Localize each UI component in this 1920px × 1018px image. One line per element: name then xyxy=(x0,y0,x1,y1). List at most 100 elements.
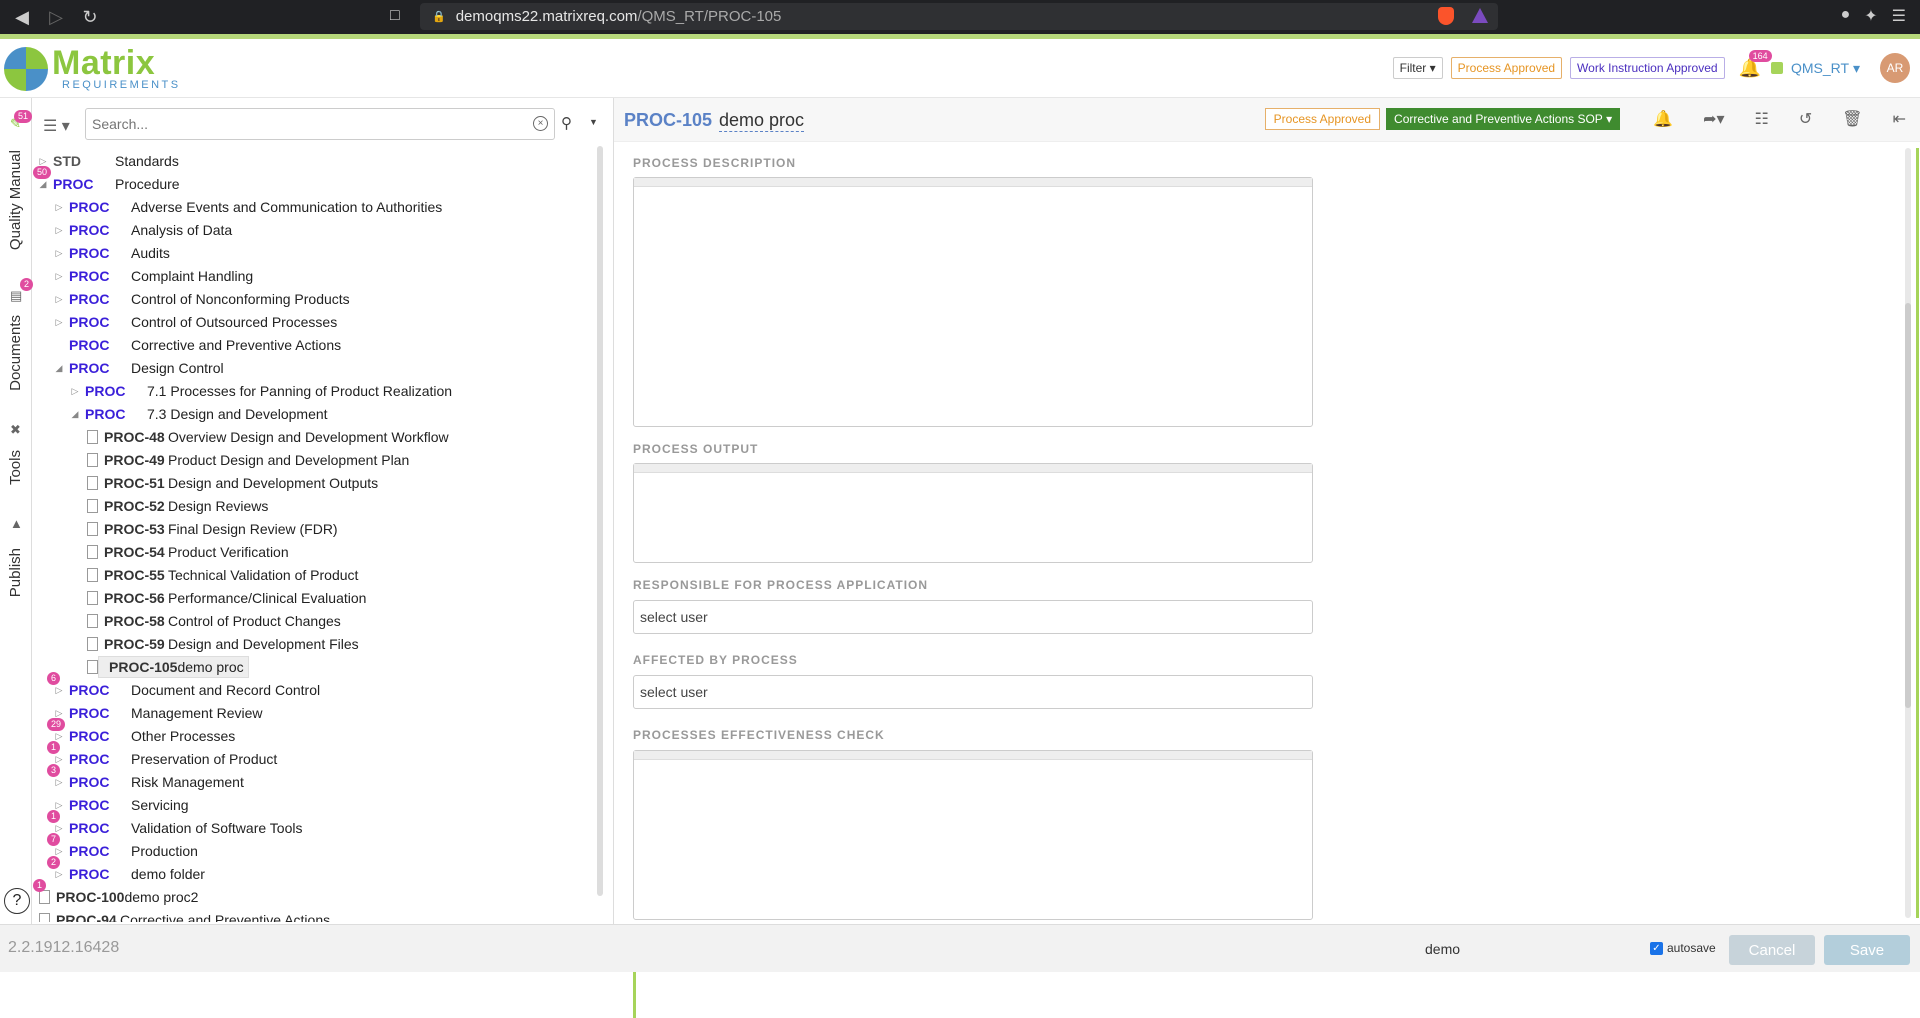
expand-toggle-icon[interactable]: ▷ xyxy=(53,708,65,719)
tree-item[interactable]: ▷ PROC Complaint Handling xyxy=(53,265,254,287)
comment-input[interactable] xyxy=(1420,935,1660,963)
autosave-toggle[interactable]: ✓ autosave xyxy=(1650,941,1716,955)
expand-toggle-icon[interactable]: ▷ xyxy=(37,156,49,167)
effectiveness-editor[interactable] xyxy=(633,750,1313,920)
sop-dropdown[interactable]: Corrective and Preventive Actions SOP ▾ xyxy=(1386,108,1621,130)
filter-button[interactable]: Filter ▾ xyxy=(1392,57,1443,79)
help-icon[interactable]: ? xyxy=(4,888,30,914)
tree-item[interactable]: PROC-54 Product Verification xyxy=(85,541,289,563)
matrix-logo[interactable]: Matrix REQUIREMENTS xyxy=(4,46,181,91)
notify-bell-icon[interactable]: 🔔 xyxy=(1653,109,1673,129)
tab-documents[interactable]: ▤ 2 Documents xyxy=(0,278,34,398)
tab-tools[interactable]: ✖ Tools xyxy=(0,418,32,508)
clear-search-icon[interactable]: × xyxy=(533,116,548,131)
tree-item[interactable]: ▷ PROC Validation of Software Tools xyxy=(53,817,303,839)
puzzle-icon[interactable]: ✦ xyxy=(1864,6,1877,26)
tree-item[interactable]: ▷ STD Standards xyxy=(37,150,179,172)
tree-item[interactable]: ▷ PROC Preservation of Product xyxy=(53,748,278,770)
tree-item[interactable]: ▷ PROC Risk Management xyxy=(53,771,244,793)
extension-icon[interactable]: ● xyxy=(1841,6,1851,26)
tree-item[interactable]: PROC-52 Design Reviews xyxy=(85,495,268,517)
tree-item[interactable]: ◢ PROC Procedure xyxy=(37,173,180,195)
detail-scrollbar[interactable] xyxy=(1905,148,1911,918)
save-button[interactable]: Save xyxy=(1824,935,1910,965)
tree-item[interactable]: ▷ PROC Other Processes xyxy=(53,725,236,747)
brave-shield-icon[interactable] xyxy=(1438,7,1454,25)
tree-item[interactable]: PROC-94 Corrective and Preventive Actions xyxy=(37,909,330,922)
tree-scrollbar[interactable] xyxy=(597,146,603,896)
process-output-editor[interactable] xyxy=(633,463,1313,563)
affected-user-select[interactable]: select user xyxy=(633,675,1313,709)
tree-item[interactable]: PROC Corrective and Preventive Actions xyxy=(53,334,341,356)
history-icon[interactable]: ↺ xyxy=(1799,109,1812,129)
expand-toggle-icon[interactable]: ▷ xyxy=(53,685,65,696)
collapse-panel-icon[interactable]: ⇤ xyxy=(1893,109,1906,129)
share-icon[interactable]: ➦▾ xyxy=(1703,109,1724,129)
browser-menu-icon[interactable]: ☰ xyxy=(1892,6,1906,26)
tree-item[interactable]: PROC-51 Design and Development Outputs xyxy=(85,472,378,494)
tab-quality-manual[interactable]: ✎ 51 Quality Manual xyxy=(0,98,33,258)
expand-toggle-icon[interactable]: ▷ xyxy=(53,846,65,857)
expand-toggle-icon[interactable]: ▷ xyxy=(53,225,65,236)
tree-item[interactable]: PROC-105demo proc xyxy=(85,656,249,678)
tree-item[interactable]: ▷ PROC Document and Record Control xyxy=(53,679,321,701)
tree-item[interactable]: PROC-49 Product Design and Development Pl… xyxy=(85,449,409,471)
tree-item[interactable]: ▷ PROC Audits xyxy=(53,242,170,264)
responsible-user-select[interactable]: select user xyxy=(633,600,1313,634)
tree-item[interactable]: ▷ PROC demo folder xyxy=(53,863,205,885)
address-bar[interactable]: 🔒 demoqms22.matrixreq.com/QMS_RT/PROC-10… xyxy=(420,3,1498,30)
user-avatar[interactable]: AR xyxy=(1880,53,1910,83)
search-icon[interactable]: ⚲ xyxy=(561,114,572,132)
trash-icon[interactable]: 🗑 xyxy=(1842,109,1862,129)
tree-item[interactable]: PROC-58 Control of Product Changes xyxy=(85,610,341,632)
bookmark-icon[interactable]: □ xyxy=(390,7,400,25)
expand-toggle-icon[interactable]: ▷ xyxy=(53,202,65,213)
tree-item[interactable]: PROC-59 Design and Development Files xyxy=(85,633,359,655)
expand-toggle-icon[interactable]: ▷ xyxy=(53,731,65,742)
expand-toggle-icon[interactable]: ▷ xyxy=(53,294,65,305)
cancel-button[interactable]: Cancel xyxy=(1729,935,1815,965)
expand-toggle-icon[interactable]: ◢ xyxy=(53,363,65,374)
expand-toggle-icon[interactable]: ▷ xyxy=(53,248,65,259)
expand-toggle-icon[interactable]: ◢ xyxy=(37,179,49,190)
expand-toggle-icon[interactable]: ▷ xyxy=(53,777,65,788)
process-approved-filter[interactable]: Process Approved xyxy=(1450,57,1563,79)
work-instruction-approved-filter[interactable]: Work Instruction Approved xyxy=(1570,57,1725,79)
expand-toggle-icon[interactable]: ◢ xyxy=(69,409,81,420)
tree-item[interactable]: PROC-53 Final Design Review (FDR) xyxy=(85,518,338,540)
tree-item[interactable]: ◢ PROC Design Control xyxy=(53,357,224,379)
hierarchy-icon[interactable]: ☷ xyxy=(1755,109,1769,129)
brave-rewards-icon[interactable] xyxy=(1472,8,1488,23)
tree-item[interactable]: PROC-100demo proc2 xyxy=(37,886,198,908)
expand-toggle-icon[interactable]: ▷ xyxy=(53,823,65,834)
tab-publish[interactable]: ▲ Publish xyxy=(0,516,32,626)
tree-item[interactable]: PROC-55 Technical Validation of Product xyxy=(85,564,358,586)
tree-item[interactable]: ▷ PROC Control of Outsourced Processes xyxy=(53,311,338,333)
notifications-bell-icon[interactable]: 🔔 164 xyxy=(1739,49,1772,79)
tree-item[interactable]: ◢ PROC 7.3 Design and Development xyxy=(69,403,328,425)
expand-toggle-icon[interactable]: ▷ xyxy=(53,317,65,328)
expand-toggle-icon[interactable]: ▷ xyxy=(53,800,65,811)
chevron-down-icon[interactable]: ▼ xyxy=(589,117,598,127)
tree-item[interactable]: ▷ PROC 7.1 Processes for Panning of Produc… xyxy=(69,380,453,402)
expand-toggle-icon[interactable]: ▷ xyxy=(53,754,65,765)
status-badge[interactable]: Process Approved xyxy=(1264,108,1381,130)
process-description-editor[interactable] xyxy=(633,177,1313,427)
project-selector[interactable]: QMS_RT ▾ xyxy=(1770,60,1860,77)
expand-toggle-icon[interactable]: ▷ xyxy=(53,271,65,282)
tree-item[interactable]: ▷ PROC Production xyxy=(53,840,198,862)
tree-item[interactable]: ▷ PROC Analysis of Data xyxy=(53,219,233,241)
tree-menu-icon[interactable]: ☰ ▾ xyxy=(43,116,70,136)
back-icon[interactable]: ◀ xyxy=(10,7,34,28)
tree-item[interactable]: ▷ PROC Adverse Events and Communication to… xyxy=(53,196,443,218)
tree-item[interactable]: PROC-48 Overview Design and Development W… xyxy=(85,426,449,448)
forward-icon[interactable]: ▷ xyxy=(44,7,68,28)
expand-toggle-icon[interactable]: ▷ xyxy=(69,386,81,397)
tree-item[interactable]: ▷ PROC Control of Nonconforming Products xyxy=(53,288,350,310)
search-input[interactable] xyxy=(85,108,555,140)
tree-item[interactable]: PROC-56 Performance/Clinical Evaluation xyxy=(85,587,366,609)
tree-item[interactable]: ▷ PROC Servicing xyxy=(53,794,189,816)
item-title[interactable]: demo proc xyxy=(719,110,805,132)
tree-item[interactable]: ▷ PROC Management Review xyxy=(53,702,263,724)
reload-icon[interactable]: ↻ xyxy=(78,7,102,28)
